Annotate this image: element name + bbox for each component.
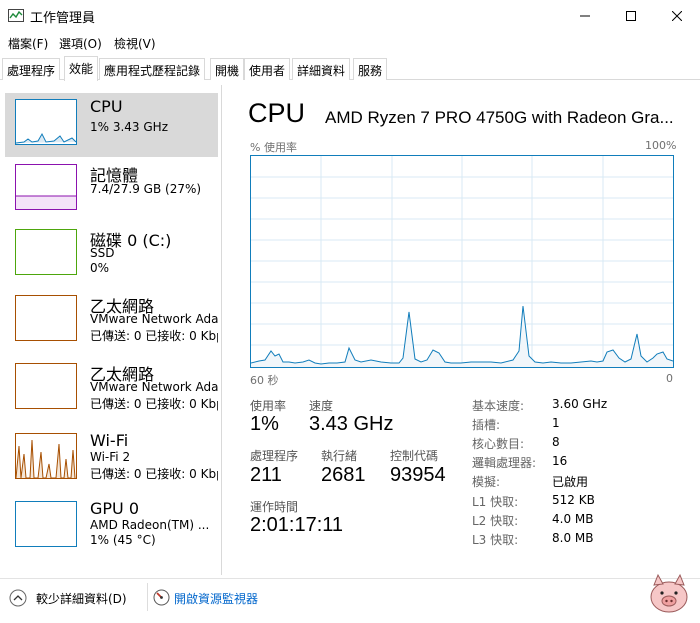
resource-monitor-icon (153, 589, 170, 610)
resource-detail: AMD Radeon(TM) ... (90, 518, 210, 532)
spec-label: L1 快取: (472, 495, 519, 509)
detail-title: CPU (248, 98, 306, 128)
resource-detail: Wi-Fi 2 (90, 450, 131, 464)
resource-detail: 已傳送: 0 已接收: 0 Kbps (90, 397, 218, 411)
window-title: 工作管理員 (30, 11, 96, 26)
resource-detail: 已傳送: 0 已接收: 0 Kbps (90, 329, 218, 343)
resource-detail: 7.4/27.9 GB (27%) (90, 182, 202, 196)
menu-bar: 檔案(F) 選項(O) 檢視(V) (0, 32, 700, 54)
fewer-details-button[interactable]: 較少詳細資料(D) (36, 590, 127, 607)
footer-divider (147, 583, 148, 611)
gpu-thumbnail (15, 501, 77, 547)
tab-strip: 處理程序 效能 應用程式歷程記錄 開機 使用者 詳細資料 服務 (0, 56, 700, 81)
wifi-thumbnail (15, 433, 77, 479)
cpu-thumbnail (15, 99, 77, 145)
disk-thumbnail (15, 229, 77, 275)
spec-label: 模擬: (472, 475, 501, 489)
pig-watermark-icon (644, 569, 694, 623)
resource-name: GPU 0 (90, 499, 140, 518)
speed-value: 3.43 GHz (309, 413, 394, 435)
spec-value: 已啟用 (552, 475, 589, 489)
resource-detail: VMware Network Ada... (90, 312, 218, 326)
cpu-usage-graph (250, 155, 674, 368)
ethernet-thumbnail (15, 295, 77, 341)
utilization-value: 1% (250, 413, 279, 435)
resource-detail: SSD (90, 246, 115, 260)
ethernet-thumbnail (15, 363, 77, 409)
resource-item-ethernet[interactable]: 乙太網路 VMware Network Ada... 已傳送: 0 已接收: 0… (5, 357, 218, 421)
spec-label: L2 快取: (472, 514, 519, 528)
threads-value: 2681 (321, 464, 366, 486)
memory-thumbnail (15, 164, 77, 210)
tab-performance[interactable]: 效能 (64, 56, 99, 81)
tab-processes[interactable]: 處理程序 (2, 58, 61, 80)
title-bar: 工作管理員 (0, 0, 700, 32)
usage-axis-max: 100% (645, 139, 677, 152)
processes-value: 211 (250, 464, 282, 486)
resource-item-ethernet[interactable]: 乙太網路 VMware Network Ada... 已傳送: 0 已接收: 0… (5, 289, 218, 353)
tab-users[interactable]: 使用者 (244, 58, 291, 80)
usage-axis-label: % 使用率 (250, 141, 297, 154)
resource-item-memory[interactable]: 記憶體 7.4/27.9 GB (27%) (5, 158, 218, 222)
spec-value: 3.60 GHz (552, 397, 608, 411)
resource-item-wifi[interactable]: Wi-Fi Wi-Fi 2 已傳送: 0 已接收: 0 Kbps (5, 427, 218, 491)
tab-details[interactable]: 詳細資料 (292, 58, 351, 80)
maximize-button[interactable] (608, 0, 654, 32)
menu-view[interactable]: 檢視(V) (114, 35, 156, 52)
handles-value: 93954 (390, 464, 446, 486)
spec-value: 16 (552, 454, 568, 468)
uptime-value: 2:01:17:11 (250, 514, 344, 536)
close-button[interactable] (654, 0, 700, 32)
spec-label: 插槽: (472, 418, 501, 432)
time-axis-label: 60 秒 (250, 374, 279, 387)
resource-detail: 已傳送: 0 已接收: 0 Kbps (90, 467, 218, 481)
cpu-model-name: AMD Ryzen 7 PRO 4750G with Radeon Gra... (325, 108, 674, 127)
spec-label: L3 快取: (472, 533, 519, 547)
uptime-label: 運作時間 (250, 500, 299, 514)
tab-startup[interactable]: 開機 (210, 58, 245, 80)
handles-label: 控制代碼 (390, 449, 439, 463)
spec-value: 512 KB (552, 493, 595, 507)
resource-list: CPU 1% 3.43 GHz 記憶體 7.4/27.9 GB (27%) 磁碟… (0, 85, 222, 575)
tab-app-history[interactable]: 應用程式歷程記錄 (99, 58, 206, 80)
resource-detail: 1% (45 °C) (90, 533, 156, 547)
chevron-up-icon[interactable] (9, 589, 27, 611)
resource-detail: 0% (90, 261, 110, 275)
resource-item-disk[interactable]: 磁碟 0 (C:) SSD 0% (5, 223, 218, 287)
speed-label: 速度 (309, 399, 334, 413)
footer-bar: 較少詳細資料(D) 開啟資源監視器 (0, 573, 700, 622)
resource-item-cpu[interactable]: CPU 1% 3.43 GHz (5, 93, 218, 157)
tab-services[interactable]: 服務 (353, 58, 388, 80)
resource-item-gpu[interactable]: GPU 0 AMD Radeon(TM) ... 1% (45 °C) (5, 495, 218, 559)
resource-detail: VMware Network Ada... (90, 380, 218, 394)
spec-value: 4.0 MB (552, 512, 594, 526)
processes-label: 處理程序 (250, 449, 299, 463)
spec-label: 基本速度: (472, 399, 525, 413)
minimize-button[interactable] (562, 0, 608, 32)
time-axis-end: 0 (666, 372, 673, 385)
open-resource-monitor-link[interactable]: 開啟資源監視器 (174, 590, 258, 607)
resource-name: CPU (90, 97, 123, 116)
task-manager-icon (8, 8, 24, 24)
spec-label: 邏輯處理器: (472, 456, 537, 470)
spec-value: 8 (552, 435, 560, 449)
spec-value: 1 (552, 416, 560, 430)
spec-value: 8.0 MB (552, 531, 594, 545)
menu-file[interactable]: 檔案(F) (8, 35, 48, 52)
resource-detail: 1% 3.43 GHz (90, 120, 169, 134)
threads-label: 執行緒 (321, 449, 358, 463)
utilization-label: 使用率 (250, 399, 287, 413)
menu-options[interactable]: 選項(O) (59, 35, 102, 52)
resource-name: Wi-Fi (90, 431, 129, 450)
spec-label: 核心數目: (472, 437, 525, 451)
